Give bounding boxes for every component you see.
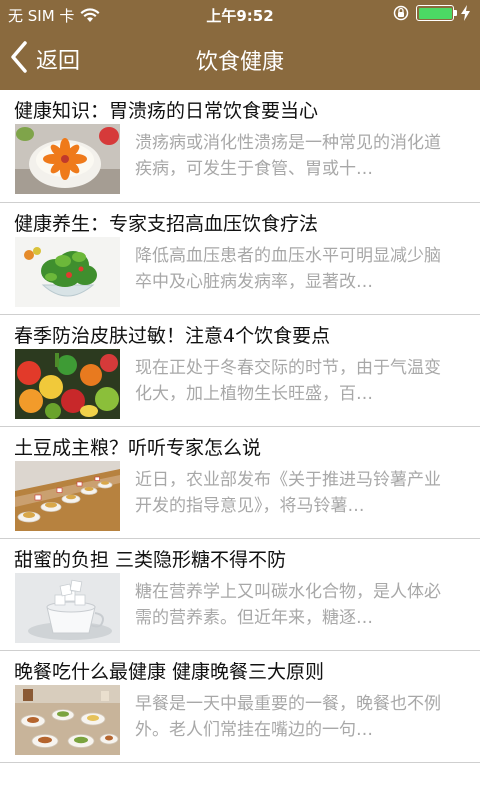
- orientation-lock-icon: [393, 5, 409, 21]
- list-item[interactable]: 健康养生：专家支招高血压饮食疗法 降低高血压患者的血压水平可明显减少脑卒中及心脏…: [0, 203, 480, 315]
- sugar-cubes-icon: [15, 573, 120, 643]
- article-title: 土豆成主粮？听听专家怎么说: [14, 437, 262, 459]
- vegetables-icon: [15, 349, 120, 419]
- article-summary: 溃疡病或消化性溃疡是一种常见的消化道疾病，可发生于食管、胃或十…: [135, 133, 441, 179]
- article-title: 甜蜜的负担 三类隐形糖不得不防: [14, 549, 287, 571]
- article-title: 晚餐吃什么最健康 健康晚餐三大原则: [14, 661, 325, 683]
- salad-bowl-icon: [15, 237, 120, 307]
- battery-fill: [418, 7, 452, 19]
- article-title: 健康养生：专家支招高血压饮食疗法: [14, 213, 319, 235]
- article-summary: 降低高血压患者的血压水平可明显减少脑卒中及心脏病发病率，显著改…: [135, 246, 441, 292]
- potato-dishes-icon: [15, 461, 120, 531]
- article-summary: 现在正处于冬春交际的时节，由于气温变化大，加上植物生长旺盛，百…: [135, 358, 441, 404]
- status-bar: 无 SIM 卡 上午9:52: [0, 0, 480, 28]
- article-title: 春季防治皮肤过敏！注意4个饮食要点: [14, 325, 331, 347]
- list-item[interactable]: 健康知识：胃溃疡的日常饮食要当心 溃疡病或消化性溃疡是一种常见的消化道疾病，可发…: [0, 90, 480, 203]
- navigation-bar: 返回 饮食健康: [0, 28, 480, 90]
- article-summary: 近日，农业部发布《关于推进马铃薯产业开发的指导意见》，将马铃薯…: [135, 470, 441, 516]
- article-list: 健康知识：胃溃疡的日常饮食要当心 溃疡病或消化性溃疡是一种常见的消化道疾病，可发…: [0, 90, 480, 763]
- porridge-bowl-icon: [15, 124, 120, 194]
- list-item[interactable]: 甜蜜的负担 三类隐形糖不得不防 糖在营养学上又叫碳水化合物，是人体必需的营养素。…: [0, 539, 480, 651]
- list-item[interactable]: 晚餐吃什么最健康 健康晚餐三大原则 早餐是一天中最重要的一餐，晚餐也不例外。老人…: [0, 651, 480, 763]
- charging-bolt-icon: [461, 5, 470, 21]
- page-title: 饮食健康: [195, 50, 284, 75]
- article-title: 健康知识：胃溃疡的日常饮食要当心: [14, 100, 319, 122]
- list-item[interactable]: 土豆成主粮？听听专家怎么说 近日，农业部发布《关于推进马铃薯产业开发的指导意见》…: [0, 427, 480, 539]
- dinner-table-icon: [15, 685, 120, 755]
- status-right: [393, 5, 470, 21]
- article-summary: 糖在营养学上又叫碳水化合物，是人体必需的营养素。但近年来，糖逐…: [135, 582, 441, 628]
- article-summary: 早餐是一天中最重要的一餐，晚餐也不例外。老人们常挂在嘴边的一句…: [135, 694, 441, 740]
- battery-icon: [416, 5, 457, 21]
- list-item[interactable]: 春季防治皮肤过敏！注意4个饮食要点 现在正处于冬春交际的时节，由于气温变化大，加…: [0, 315, 480, 427]
